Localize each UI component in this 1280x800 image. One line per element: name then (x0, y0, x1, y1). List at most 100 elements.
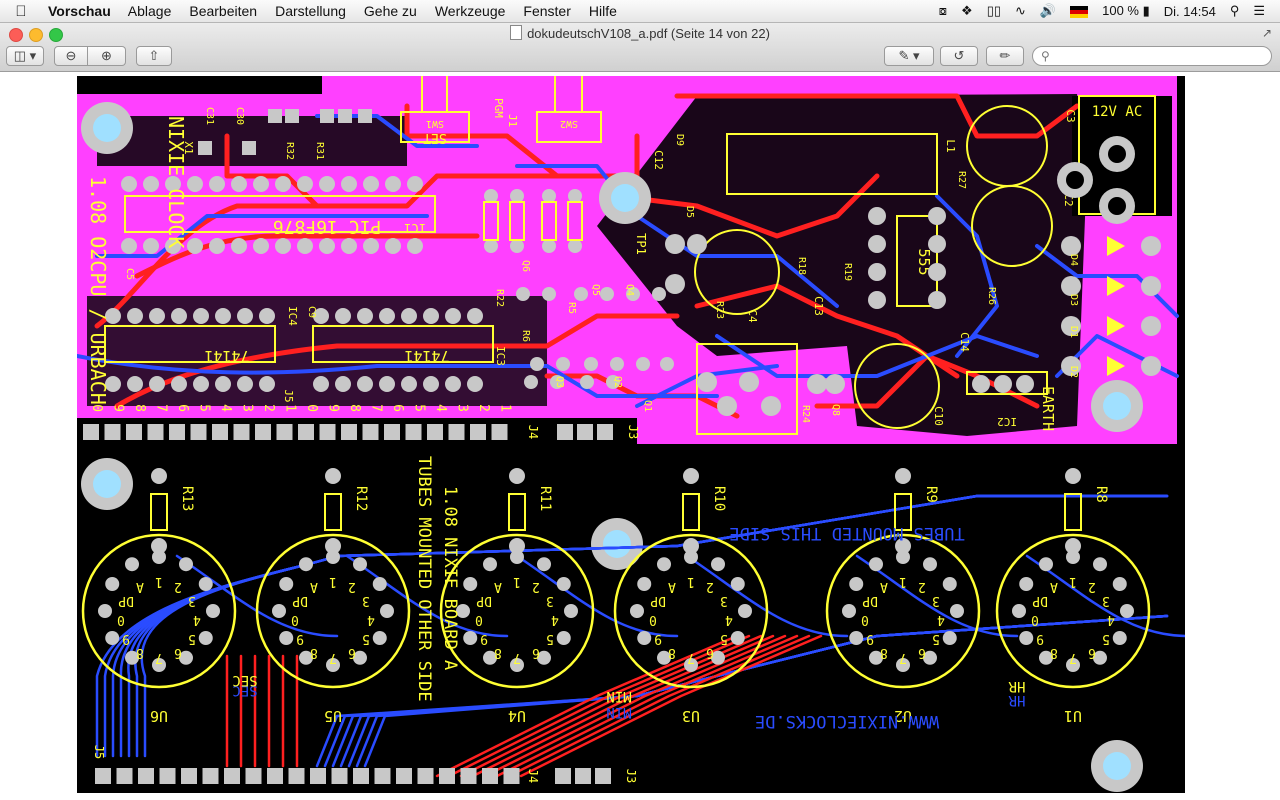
dropbox-icon[interactable]: ❖ (954, 3, 980, 19)
d1-label: D1 (1068, 326, 1079, 338)
menu-app-name[interactable]: Vorschau (42, 3, 119, 19)
tube-pin-pad (463, 631, 478, 645)
header-pin (147, 424, 164, 440)
notification-center-icon[interactable]: ☰ (1246, 3, 1272, 19)
zoom-in-button[interactable]: ⊕ (88, 46, 126, 66)
transistor-pad (610, 357, 624, 371)
ic3-pin-bottom (423, 376, 439, 392)
battery-status[interactable]: 100 % ▮ (1095, 3, 1157, 19)
tube-pin-pad (125, 557, 139, 572)
tube-pin-label: 5 (932, 631, 940, 646)
earth-label: EARTH (1039, 386, 1057, 431)
tube-pin-label: 0 (649, 612, 657, 627)
ic3-pin-top (467, 308, 483, 324)
header-pin (448, 424, 465, 440)
zoom-in-icon: ⊕ (101, 48, 112, 63)
header-pin (255, 424, 271, 440)
menu-darstellung[interactable]: Darstellung (266, 3, 355, 19)
share-button[interactable]: ⇧ (136, 46, 172, 66)
annotate-button[interactable]: ✎ ▾ (884, 46, 934, 66)
ic4-pin-bottom (127, 376, 143, 392)
tube-pin-label: DP (1032, 593, 1048, 608)
ic4-pin-bottom (193, 376, 209, 392)
tube-designator: U4 (508, 707, 526, 725)
resistor-pad (542, 239, 556, 253)
edit-toolbar-button[interactable]: ✏ (986, 46, 1024, 66)
tube-resistor-pad (683, 468, 699, 484)
pcb-drawing: PIC 16F876 IC174141 74141IC4IC3NIXIE CLOCK… (77, 76, 1185, 792)
search-input[interactable]: ⚲ (1032, 46, 1272, 66)
tube-pin-pad (730, 631, 745, 645)
menu-ablage[interactable]: Ablage (119, 3, 181, 19)
tube-pin-pad (942, 577, 957, 591)
tube-pin-label: 1 (513, 574, 521, 589)
mount-note-mirror-label: TUBES MOUNTED THIS SIDE (729, 523, 964, 543)
wifi-icon[interactable]: ∿ (1008, 3, 1033, 19)
lower-header-pin (159, 768, 176, 784)
lower-j4-label: J4 (526, 769, 540, 783)
menu-gehe-zu[interactable]: Gehe zu (355, 3, 426, 19)
ic4-part-label: 74141 (204, 347, 249, 365)
tube-pin-label: 7 (329, 650, 337, 665)
header-pin (126, 424, 142, 440)
menu-fenster[interactable]: Fenster (514, 3, 579, 19)
menu-hilfe[interactable]: Hilfe (580, 3, 626, 19)
mount-note-label: TUBES MOUNTED OTHER SIDE (414, 456, 434, 702)
display-mirror-icon[interactable]: ▯▯ (980, 3, 1008, 19)
menu-werkzeuge[interactable]: Werkzeuge (426, 3, 515, 19)
rotate-button[interactable]: ↺ (940, 46, 978, 66)
tube-designator: U5 (324, 707, 342, 725)
power-pad (697, 372, 717, 392)
min-label: MIN (606, 704, 631, 720)
small-pad (358, 109, 372, 123)
q2-label: Q2 (612, 376, 623, 388)
version-label: 1.08 O2CPU / URBACH (86, 176, 110, 405)
menu-bearbeiten[interactable]: Bearbeiten (180, 3, 266, 19)
header-pin (405, 424, 422, 440)
spotlight-search-icon[interactable]: ⚲ (1223, 3, 1247, 19)
upper-j3-label: J3 (626, 425, 640, 439)
tube-pin-label: DP (476, 593, 492, 608)
document-view[interactable]: PIC 16F876 IC1 74141 74141 IC4 IC3 NIXIE CLOCK… (0, 72, 1280, 800)
r18-label: R18 (796, 257, 807, 275)
tube-pin-label: 4 (1107, 612, 1115, 627)
volume-icon[interactable]: 🔊 (1033, 3, 1063, 19)
tube-pin-label: 3 (546, 593, 554, 608)
ic1-pin-top (385, 176, 401, 192)
ic1-pin-top (297, 176, 313, 192)
header-pin (233, 424, 250, 440)
tube-pin-pad (869, 557, 883, 572)
tube-pin-pad (198, 631, 213, 645)
tube-resistor-pad (325, 538, 341, 554)
ic4-pin-bottom (215, 376, 231, 392)
input-language-flag-icon[interactable] (1063, 4, 1095, 19)
apple-menu-icon[interactable]:  (0, 3, 42, 20)
tube-pin-label: 7 (155, 650, 163, 665)
zoom-out-button[interactable]: ⊖ (54, 46, 88, 66)
tube-designator: U6 (150, 707, 168, 725)
share-status-icon[interactable]: ⧇ (932, 3, 954, 19)
c12-label: C12 (652, 150, 665, 170)
tube-pin-label: 6 (174, 645, 182, 660)
fullscreen-icon[interactable]: ↗ (1262, 26, 1272, 40)
tube-pin-label: A (1050, 579, 1058, 594)
sidebar-view-button[interactable]: ◫ ▾ (6, 46, 44, 66)
q5-label: Q5 (590, 284, 601, 296)
power-pad (825, 374, 845, 394)
tube-pin-label: 3 (1102, 593, 1110, 608)
mounting-hole-drill (1103, 752, 1131, 780)
menu-clock[interactable]: Di. 14:54 (1157, 4, 1223, 19)
tube-pin-label: 2 (1088, 579, 1096, 594)
ic3-pin-top (445, 308, 461, 324)
tube-pin-label: 1 (687, 574, 695, 589)
header-digit-label: 2 (476, 404, 491, 412)
header-pin (341, 424, 357, 440)
tube-pin-pad (564, 604, 578, 618)
tube-pin-label: 2 (706, 579, 714, 594)
tube-pin-label: 1 (155, 574, 163, 589)
zoom-out-icon: ⊖ (65, 48, 77, 63)
c30-label: C30 (234, 107, 245, 125)
lower-j3-label: J3 (624, 769, 638, 783)
tube-pin-pad (1019, 577, 1034, 591)
ic1-pin-top (363, 176, 379, 192)
